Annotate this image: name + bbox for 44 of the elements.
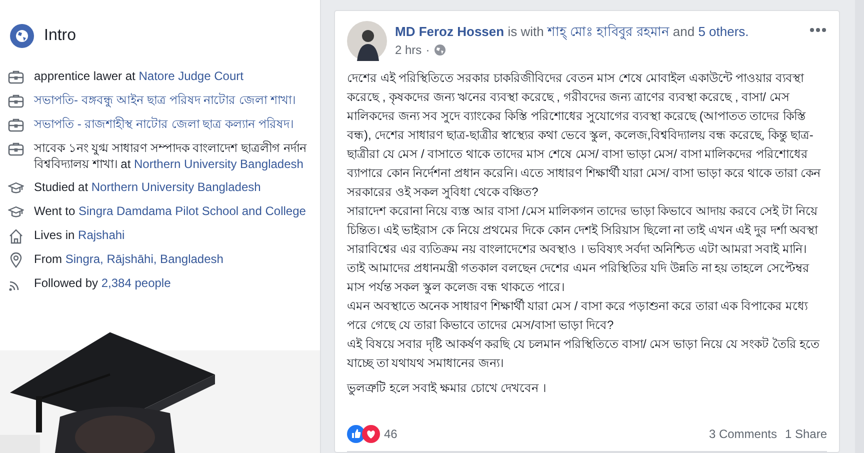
- graduation-cap-icon: [8, 180, 24, 196]
- post-paragraph: এই বিষয়ে সবার দৃষ্টি আকর্ষণ করছি যে চলমান পরিস্থিতিতে বাসা/ মেস ভাড়া নিয়ে যে সংকট তৈরি হতে যাচ্ছে তা যথাযথ সমাধানের জন্য।: [347, 336, 821, 372]
- heart-reaction-icon[interactable]: [362, 425, 380, 443]
- globe-icon: [434, 44, 446, 56]
- intro-item-text: Followed by 2,384 people: [34, 275, 171, 291]
- author-link[interactable]: MD Feroz Hossen: [395, 24, 504, 39]
- intro-link[interactable]: Natore Judge Court: [138, 69, 244, 83]
- intro-item-text: সাবেক ১নং যুগ্ম সাধারণ সম্পাদক বাংলাদেশ ছাত্রলীগ নর্দান বিশ্ববিদ্যালয় শাখা। at Northern University Bangladesh: [34, 140, 308, 172]
- intro-link[interactable]: সভাপতি - রাজশাহীস্থ নাটোর জেলা ছাত্র কল্যান পরিষদ।: [34, 116, 294, 132]
- graduation-cap-icon: [8, 204, 24, 220]
- briefcase-icon: [8, 141, 24, 157]
- post-header-text: MD Feroz Hossen is with শাহ্ মোঃ হাবিবুর রহমান and 5 others.: [395, 23, 750, 41]
- intro-link[interactable]: Northern University Bangladesh: [134, 157, 304, 171]
- more-options-icon[interactable]: [809, 27, 827, 33]
- intro-item-text: Lives in Rajshahi: [34, 227, 125, 243]
- post-paragraph: এমন অবস্থাতে অনেক সাধারণ শিক্ষার্থী যারা মেস / বাসা করে পড়াশুনা করে তারা এক বিপাকের মধ্যে পরে গেছে যে তারা কিভাবে তাদের মেস/বাসা ভাড়া দিবে?: [347, 298, 810, 334]
- intro-item-text: apprentice lawer at Natore Judge Court: [34, 68, 244, 84]
- intro-item-text: Went to Singra Damdama Pilot School and College: [34, 203, 306, 219]
- intro-link[interactable]: সভাপতি- বঙ্গবন্ধু আইন ছাত্র পরিষদ নাটোর জেলা শাখা।: [34, 92, 296, 108]
- house-icon: [8, 228, 24, 244]
- location-pin-icon: [8, 252, 24, 268]
- intro-link[interactable]: Northern University Bangladesh: [91, 180, 261, 194]
- others-link[interactable]: 5 others.: [698, 24, 749, 39]
- comments-link[interactable]: 3 Comments: [708, 427, 777, 441]
- post-time[interactable]: 2 hrs: [395, 43, 422, 57]
- separator-dot: ·: [426, 43, 430, 57]
- briefcase-icon: [8, 117, 24, 133]
- briefcase-icon: [8, 93, 24, 109]
- intro-item-text: Studied at Northern University Bangladesh: [34, 179, 261, 195]
- avatar[interactable]: [347, 21, 387, 61]
- post-paragraph: সারাদেশ করোনা নিয়ে ব্যস্ত আর বাসা /মেস মালিকগন তাদের ভাড়া কিভাবে আদায় করবে সেই টা নিয়ে চিন্তিত। এই ভাইরাস কে নিয়ে প্রথমের দিকে কোন দেশই সিরিয়াস ছিলো না তাই এখন এই দুর দর্শা অবস্থা সারাবিশ্বের এর ব্যতিক্রম নয় বাংলাদেশের অবস্থাও । ভবিষ্যৎ সর্বদা অনিশ্চিত এটা আমরা সবাই মানি। তাই আমাদের প্রধানমন্ত্রী গতকাল বলছেন দেশের এমন পরিস্থিতির যদি উন্নতি না হয় তাহলে সেপ্টেম্বর মাস পর্যন্ত সকল স্কুল কলেজ বন্ধ থাকতে পারে।: [347, 202, 820, 296]
- post-paragraph: ভুলত্রুটি হলে সবাই ক্ষমার চোখে দেখবেন ।: [347, 380, 548, 398]
- intro-link[interactable]: Rajshahi: [78, 228, 125, 242]
- intro-item-text: From Singra, Rājshāhi, Bangladesh: [34, 251, 224, 267]
- intro-link[interactable]: Singra, Rājshāhi, Bangladesh: [65, 252, 224, 266]
- briefcase-icon: [8, 69, 24, 85]
- post-paragraph: দেশের এই পরিস্থিতিতে সরকার চাকরিজীবিদের বেতন মাস শেষে মোবাইল একাউন্টে পাওয়ার ব্যবস্থা করেছে , কৃষকদের জন্য ঋনের ব্যবস্থা করেছে , গরীবদের জন্য ত্রাণের ব্যবস্থা করেছে , বাসা/ মেস মালিকদের জন্য সব সুদে ব্যাংকের কিস্তি পরিশোধের সুযোগের ব্যবস্থা করেছে (আপাতত তাদের কিস্তি বন্ধ), দেশের সাধারণ ছাত্র-ছাত্রীর স্বাস্থ্যের কথা ভেবে স্কুল, কলেজ,বিশ্ববিদ্যালয় বন্ধ করেছে, কিন্তু ছাত্র-ছাত্রীরা যে মেস / বাসাতে থাকে তাদের মাস শেষে মেস/ বাসা ভাড়া মেস/ বাসা মালিকদের পরিশোধের ব্যাপারে কোন নির্দেশনা প্রধান করেনি। এতে সাধারণ শিক্ষার্থী যারা মেস/ বাসা ভাড়া করে থাকে তারা কেন সরকারের ওই সকল সুবিধা থেকে বঞ্চিত?: [347, 70, 822, 202]
- intro-link[interactable]: Singra Damdama Pilot School and College: [78, 204, 306, 218]
- globe-icon: [10, 24, 34, 48]
- reaction-count[interactable]: 46: [384, 427, 398, 441]
- tagged-link[interactable]: শাহ্ মোঃ হাবিবুর রহমান: [547, 24, 670, 39]
- intro-link[interactable]: 2,384 people: [101, 276, 171, 290]
- intro-title: Intro: [44, 27, 76, 45]
- shares-link[interactable]: 1 Share: [784, 427, 827, 441]
